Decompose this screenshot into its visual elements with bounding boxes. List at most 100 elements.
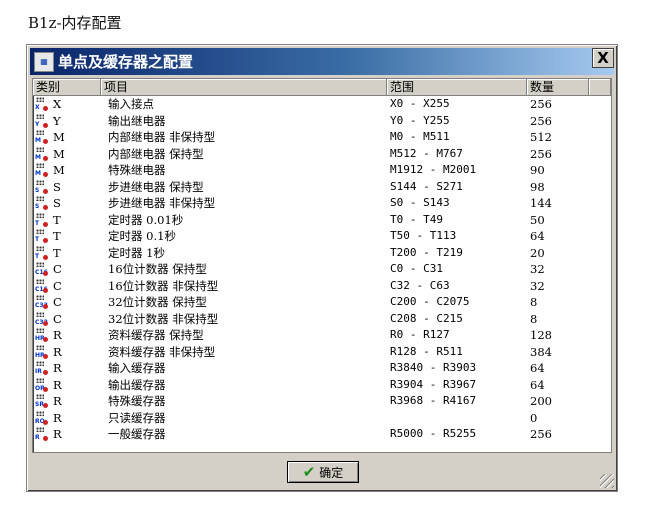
count-cell: 32 bbox=[530, 262, 545, 276]
count-cell: 64 bbox=[530, 229, 545, 243]
table-row[interactable]: HR R 资料缓存器 非保持型 R128 - R511 384 bbox=[33, 344, 611, 361]
type-label: C bbox=[53, 278, 62, 293]
type-cell: OR R bbox=[33, 377, 101, 394]
page-caption: B1z-内存配置 bbox=[28, 14, 122, 32]
table-row[interactable]: IR R 输入缓存器 R3840 - R3903 64 bbox=[33, 360, 611, 377]
list-body: X X 输入接点 X0 - X255 256 Y Y 输出继电器 Y0 - Y255 256 M M 内… bbox=[33, 96, 611, 443]
item-cell: 特殊缓存器 bbox=[108, 394, 166, 408]
dialog-title: 单点及缓存器之配置 bbox=[58, 53, 194, 71]
device-type-icon: IR bbox=[35, 361, 48, 376]
table-row[interactable]: S S 步进继电器 非保持型 S0 - S143 144 bbox=[33, 195, 611, 212]
table-row[interactable]: C16 C 16位计数器 保持型 C0 - C31 32 bbox=[33, 261, 611, 278]
type-label: M bbox=[53, 163, 65, 178]
range-cell: M512 - M767 bbox=[390, 146, 463, 160]
count-cell: 50 bbox=[530, 212, 545, 227]
range-cell: R0 - R127 bbox=[390, 328, 450, 341]
range-cell: R5000 - R5255 bbox=[390, 427, 477, 440]
type-label: T bbox=[53, 245, 61, 260]
item-cell: 一般缓存器 bbox=[108, 427, 166, 441]
device-type-icon: T bbox=[35, 212, 48, 227]
item-cell: 定时器 0.01秒 bbox=[108, 212, 184, 227]
type-label: C bbox=[53, 311, 62, 326]
type-cell: SS bbox=[33, 195, 101, 212]
range-cell: T0 - T49 bbox=[390, 212, 443, 226]
type-cell: TT bbox=[33, 245, 101, 262]
item-cell: 特殊继电器 bbox=[108, 163, 166, 177]
range-cell bbox=[387, 410, 527, 427]
table-row[interactable]: M M 特殊继电器 M1912 - M2001 90 bbox=[33, 162, 611, 179]
count-cell: 144 bbox=[530, 196, 552, 210]
item-cell: 32位计数器 保持型 bbox=[108, 295, 207, 309]
item-cell: 32位计数器 非保持型 bbox=[108, 311, 219, 326]
type-label: R bbox=[53, 344, 62, 359]
range-cell: C200 - C2075 bbox=[390, 295, 470, 308]
device-type-icon: Y bbox=[35, 113, 48, 128]
table-row[interactable]: C16 C 16位计数器 非保持型 C32 - C63 32 bbox=[33, 278, 611, 295]
item-cell: 输出缓存器 bbox=[108, 377, 166, 392]
count-cell: 8 bbox=[530, 295, 538, 309]
device-type-icon: T bbox=[35, 229, 48, 244]
device-type-icon: C16 bbox=[35, 262, 48, 277]
item-cell: 16位计数器 非保持型 bbox=[108, 278, 219, 293]
device-type-icon: M bbox=[35, 146, 48, 161]
type-cell: C16 C bbox=[33, 278, 101, 295]
table-row[interactable]: C32 C 32位计数器 保持型 C200 - C2075 8 bbox=[33, 294, 611, 311]
count-cell: 64 bbox=[530, 361, 545, 375]
table-row[interactable]: T T 定时器 0.01秒 T0 - T49 50 bbox=[33, 212, 611, 229]
item-cell: 内部继电器 非保持型 bbox=[108, 130, 216, 144]
app-icon: ▦ bbox=[34, 51, 54, 72]
count-cell: 64 bbox=[530, 377, 545, 392]
ok-button-label: 确定 bbox=[319, 465, 344, 480]
item-cell: 步进继电器 保持型 bbox=[108, 179, 204, 194]
table-row[interactable]: M M 内部继电器 保持型 M512 - M767 256 bbox=[33, 146, 611, 163]
close-button[interactable]: X bbox=[592, 48, 614, 68]
type-label: R bbox=[53, 361, 62, 376]
count-cell: 0 bbox=[530, 410, 538, 425]
table-row[interactable]: T T 定时器 0.1秒 T50 - T113 64 bbox=[33, 228, 611, 245]
item-cell: 输入缓存器 bbox=[108, 361, 166, 375]
type-label: S bbox=[53, 196, 61, 211]
type-cell: XX bbox=[33, 96, 101, 113]
table-row[interactable]: X X 输入接点 X0 - X255 256 bbox=[33, 96, 611, 113]
table-row[interactable]: Y Y 输出继电器 Y0 - Y255 256 bbox=[33, 113, 611, 130]
range-cell: S0 - S143 bbox=[390, 196, 450, 209]
checkmark-icon: ✔ bbox=[302, 463, 316, 481]
count-cell: 8 bbox=[530, 311, 538, 326]
table-row[interactable]: M M 内部继电器 非保持型 M0 - M511 512 bbox=[33, 129, 611, 146]
range-cell: T50 - T113 bbox=[390, 229, 457, 242]
range-cell: R3840 - R3903 bbox=[390, 361, 477, 374]
table-row[interactable]: S S 步进继电器 保持型 S144 - S271 98 bbox=[33, 179, 611, 196]
resize-grip[interactable] bbox=[600, 474, 614, 488]
device-type-icon: OR bbox=[35, 377, 48, 392]
device-type-icon: S bbox=[35, 196, 48, 211]
table-row[interactable]: T T 定时器 1秒 T200 - T219 20 bbox=[33, 245, 611, 262]
device-type-icon: T bbox=[35, 245, 48, 260]
count-cell: 512 bbox=[530, 130, 552, 144]
range-cell: T200 - T219 bbox=[390, 245, 463, 259]
table-row[interactable]: R R 一般缓存器 R5000 - R5255 256 bbox=[33, 426, 611, 443]
table-row[interactable]: RO R 只读缓存器 0 bbox=[33, 410, 611, 427]
type-cell: TT bbox=[33, 228, 101, 245]
table-row[interactable]: OR R 输出缓存器 R3904 - R3967 64 bbox=[33, 377, 611, 394]
range-cell: M0 - M511 bbox=[390, 130, 450, 143]
item-cell: 输入接点 bbox=[108, 97, 154, 111]
range-cell: S144 - S271 bbox=[390, 179, 463, 193]
column-header-type[interactable]: 类别 bbox=[33, 79, 101, 96]
type-label: R bbox=[53, 410, 62, 425]
table-row[interactable]: HR R 资料缓存器 保持型 R0 - R127 128 bbox=[33, 327, 611, 344]
ok-button[interactable]: ✔ 确定 bbox=[287, 461, 359, 483]
column-header-range[interactable]: 范围 bbox=[387, 79, 527, 96]
range-cell: C32 - C63 bbox=[390, 278, 450, 292]
column-header-item[interactable]: 项目 bbox=[101, 79, 387, 96]
type-cell: IR R bbox=[33, 360, 101, 377]
title-bar[interactable]: ▦ 单点及缓存器之配置 bbox=[30, 48, 614, 75]
device-type-icon: RO bbox=[35, 410, 48, 425]
range-cell: M1912 - M2001 bbox=[390, 163, 477, 176]
table-row[interactable]: C32 C 32位计数器 非保持型 C208 - C215 8 bbox=[33, 311, 611, 328]
type-label: C bbox=[53, 262, 62, 277]
type-cell: MM bbox=[33, 162, 101, 179]
count-cell: 32 bbox=[530, 278, 545, 293]
device-type-icon: C16 bbox=[35, 278, 48, 293]
table-row[interactable]: SR R 特殊缓存器 R3968 - R4167 200 bbox=[33, 393, 611, 410]
column-header-count[interactable]: 数量 bbox=[527, 79, 589, 96]
